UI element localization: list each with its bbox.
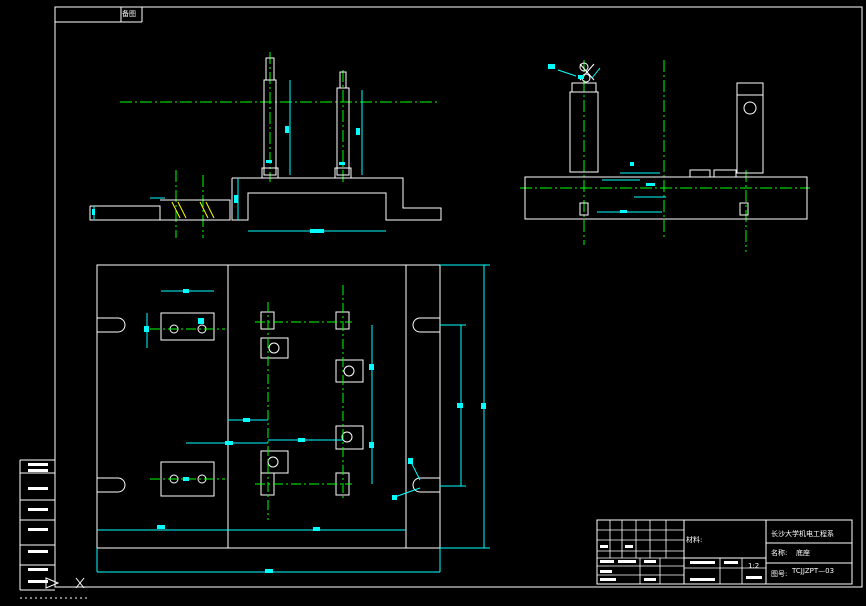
material-label: 材料: bbox=[686, 536, 703, 544]
drawing-no-value: TCJJZPT—03 bbox=[792, 567, 835, 575]
side-view bbox=[520, 60, 810, 252]
part-name-label: 名称: bbox=[771, 549, 788, 557]
part-name-value: 底座 bbox=[796, 549, 810, 557]
scale-value: 1:2 bbox=[748, 562, 760, 570]
top-view bbox=[96, 264, 490, 573]
drawing-no-label: 图号: bbox=[771, 570, 788, 578]
drawing-sheet bbox=[19, 6, 863, 599]
front-view bbox=[89, 52, 442, 238]
cad-drawing-canvas[interactable]: 备图 材料: 长沙大学机电工程系 名称: 底座 图号: TCJJZPT—03 1… bbox=[0, 0, 866, 606]
corner-tag: 备图 bbox=[122, 10, 136, 18]
school-name: 长沙大学机电工程系 bbox=[771, 530, 834, 538]
sheet-border bbox=[19, 6, 863, 591]
revision-strip bbox=[20, 463, 55, 583]
